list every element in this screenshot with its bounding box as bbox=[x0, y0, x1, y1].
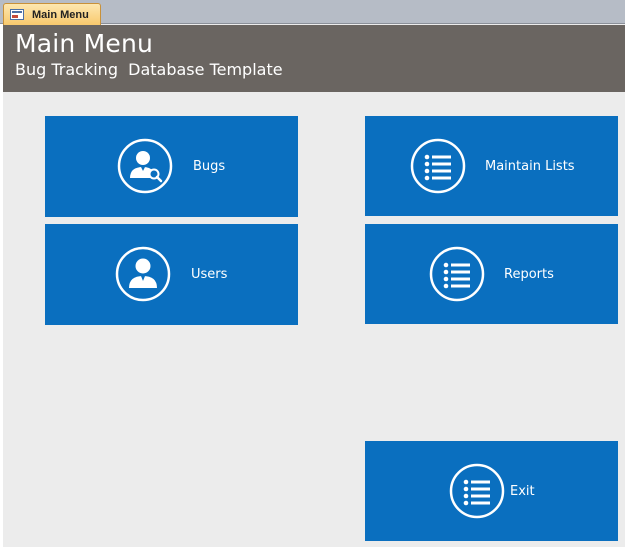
form-icon bbox=[10, 9, 24, 20]
user-icon bbox=[115, 246, 171, 302]
users-button[interactable]: Users bbox=[45, 224, 298, 325]
users-label: Users bbox=[191, 267, 228, 282]
maintain-lists-button[interactable]: Maintain Lists bbox=[365, 116, 618, 216]
bugs-button[interactable]: Bugs bbox=[45, 116, 298, 217]
list-icon bbox=[410, 138, 466, 194]
exit-label: Exit bbox=[510, 484, 535, 499]
bugs-label: Bugs bbox=[193, 159, 226, 174]
document-tab-strip: Main Menu bbox=[0, 0, 625, 25]
tab-label: Main Menu bbox=[32, 8, 89, 21]
left-border bbox=[0, 24, 3, 547]
user-search-icon bbox=[117, 138, 173, 194]
tab-main-menu[interactable]: Main Menu bbox=[3, 3, 101, 25]
list-icon bbox=[429, 246, 485, 302]
maintain-lists-label: Maintain Lists bbox=[485, 159, 575, 174]
page-subtitle: Bug Tracking Database Template bbox=[15, 60, 283, 79]
reports-label: Reports bbox=[504, 267, 554, 282]
form-header: Main Menu Bug Tracking Database Template bbox=[3, 25, 625, 92]
list-icon bbox=[449, 463, 505, 519]
page-title: Main Menu bbox=[15, 29, 154, 58]
reports-button[interactable]: Reports bbox=[365, 224, 618, 324]
exit-button[interactable]: Exit bbox=[365, 441, 618, 541]
